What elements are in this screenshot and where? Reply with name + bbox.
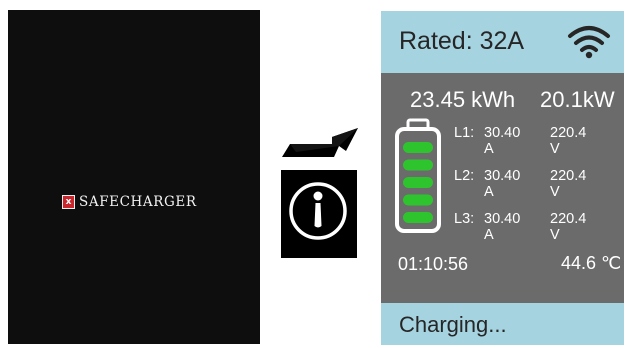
battery-level-bar [403, 142, 433, 153]
logo-mark-icon: x [62, 195, 75, 209]
brand-name: SAFECHARGER [79, 194, 197, 210]
temperature-readout: 44.6 ℃ [561, 253, 622, 273]
wifi-icon [568, 26, 610, 59]
battery-level-bar [403, 177, 433, 188]
battery-icon [395, 118, 441, 233]
rated-current: Rated: 32A [399, 27, 525, 55]
phase-voltage: 220.4 V [550, 168, 587, 200]
phase-label: L1: [454, 125, 475, 141]
battery-level-bar [403, 159, 433, 171]
phase-label: L3: [454, 211, 475, 227]
charging-status: Charging... [399, 312, 507, 337]
boot-screen: x SAFECHARGER [8, 10, 260, 344]
energy-readout: 23.45 kWh [410, 87, 516, 112]
logo-mark-letter: x [65, 197, 72, 207]
charging-screen: Rated: 32A 23.45 kWh 20.1kW L1: 30.40 A … [381, 11, 624, 345]
phase-voltage: 220.4 V [550, 125, 587, 157]
battery-level-bar [403, 194, 433, 206]
status-bar: Charging... [381, 303, 624, 345]
phase-current: 30.40 A [484, 211, 521, 243]
phase-label: L2: [454, 168, 475, 184]
power-readout: 20.1kW [540, 87, 615, 112]
info-button[interactable] [281, 170, 357, 258]
phase-voltage: 220.4 V [550, 211, 587, 243]
phase-current: 30.40 A [484, 168, 521, 200]
brand-logo: x SAFECHARGER [62, 194, 197, 210]
elapsed-time: 01:10:56 [398, 254, 469, 274]
right-arrow-icon [282, 128, 358, 157]
info-icon [289, 182, 347, 240]
battery-level-bar [403, 212, 433, 223]
header-bar: Rated: 32A [381, 11, 624, 73]
phase-current: 30.40 A [484, 125, 521, 157]
